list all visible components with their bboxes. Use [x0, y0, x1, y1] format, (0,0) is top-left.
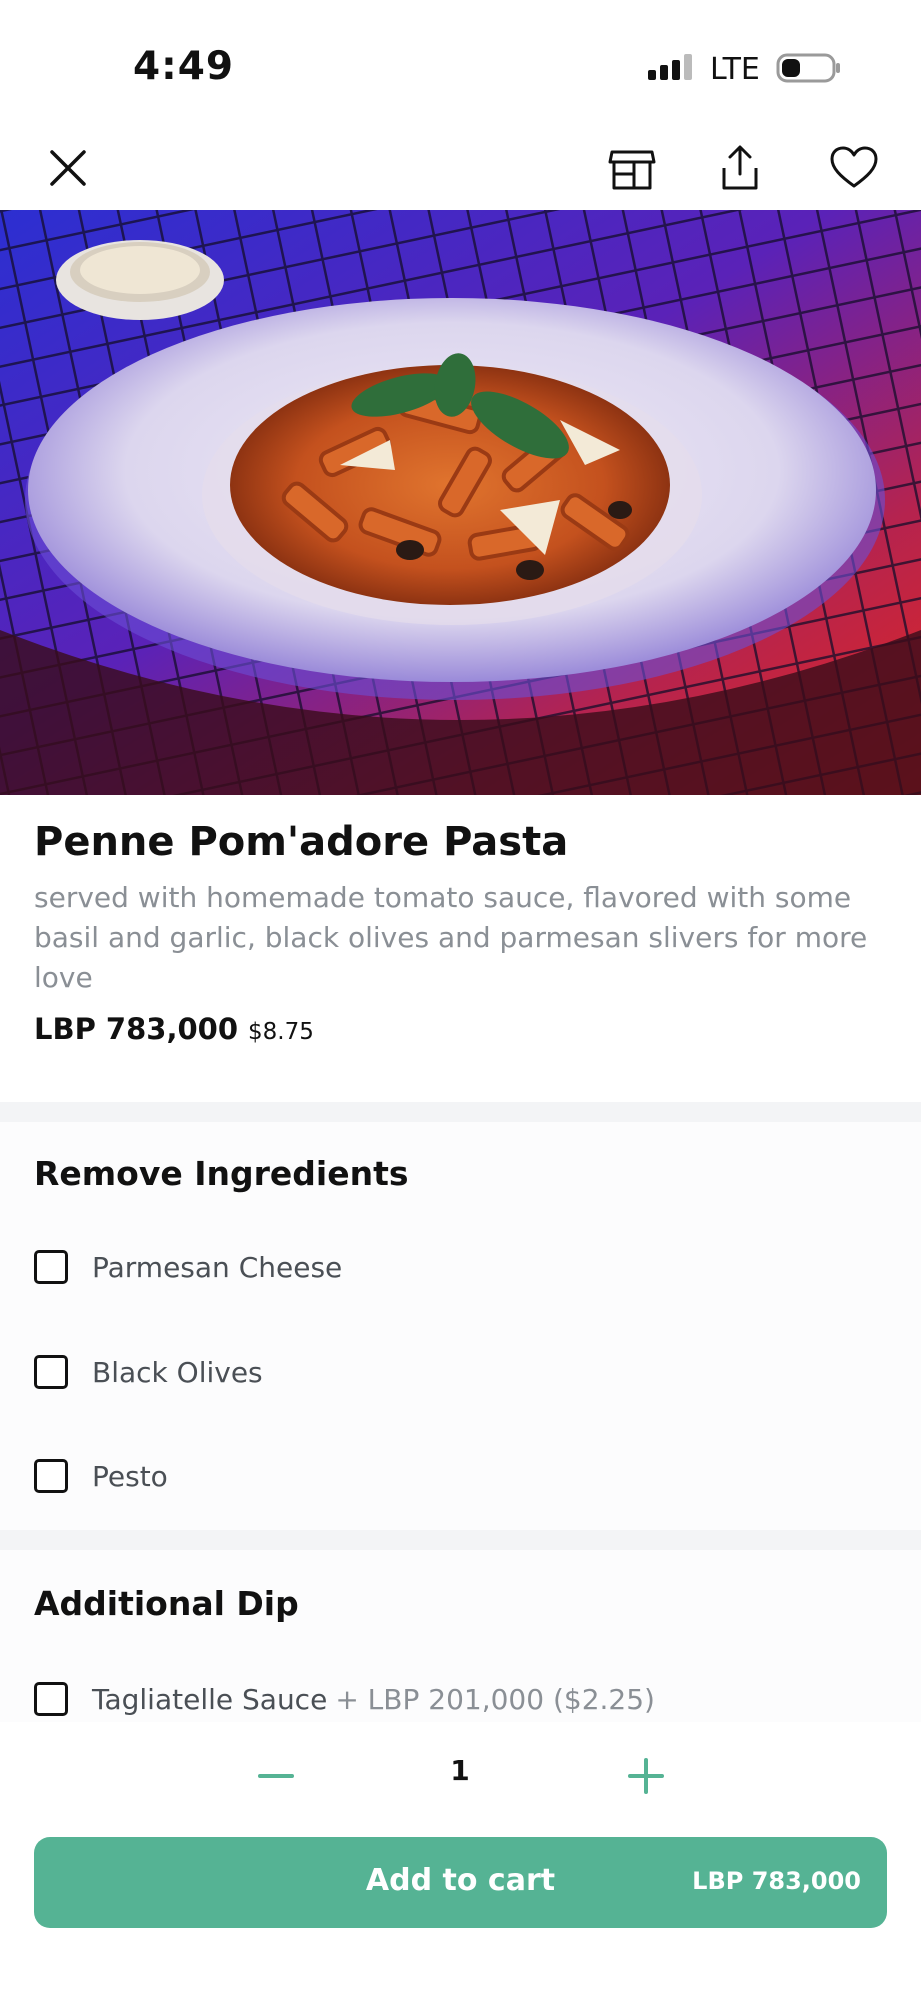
option-black-olives[interactable]: Black Olives — [34, 1355, 263, 1389]
status-bar: 4:49 LTE — [0, 0, 921, 130]
option-parmesan-cheese[interactable]: Parmesan Cheese — [34, 1250, 342, 1284]
section-title-remove-ingredients: Remove Ingredients — [34, 1154, 409, 1193]
battery-icon — [776, 53, 840, 83]
item-info: Penne Pom'adore Pasta served with homema… — [34, 818, 894, 1046]
checkbox[interactable] — [34, 1459, 68, 1493]
heart-icon[interactable] — [828, 142, 880, 194]
item-description: served with homemade tomato sauce, flavo… — [34, 881, 868, 994]
option-extra-price: + LBP 201,000 ($2.25) — [335, 1682, 655, 1716]
status-time: 4:49 — [133, 44, 235, 89]
option-pesto[interactable]: Pesto — [34, 1459, 168, 1493]
cart-footer: 1 Add to cart LBP 783,000 — [0, 1722, 921, 2001]
section-divider — [0, 1102, 921, 1122]
plus-icon[interactable] — [624, 1754, 668, 1798]
signal-icon — [648, 54, 692, 80]
share-icon[interactable] — [714, 142, 766, 194]
section-title-additional-dip: Additional Dip — [34, 1584, 299, 1623]
option-label: Parmesan Cheese — [92, 1250, 343, 1284]
section-divider — [0, 1530, 921, 1550]
quantity-value: 1 — [450, 1754, 470, 1787]
cart-total-price: LBP 783,000 — [692, 1867, 861, 1895]
checkbox[interactable] — [34, 1355, 68, 1389]
checkbox[interactable] — [34, 1682, 68, 1716]
minus-icon[interactable] — [254, 1754, 298, 1798]
item-title: Penne Pom'adore Pasta — [34, 819, 569, 865]
checkbox[interactable] — [34, 1250, 68, 1284]
option-label: Black Olives — [92, 1355, 263, 1389]
item-price-lbp: LBP 783,000 — [34, 1012, 239, 1046]
network-label: LTE — [710, 52, 760, 87]
item-price-usd: $8.75 — [248, 1019, 314, 1045]
remove-ingredients-section: Remove Ingredients Parmesan Cheese Black… — [0, 1122, 921, 1530]
option-label: Pesto — [92, 1459, 168, 1493]
store-icon[interactable] — [606, 142, 658, 194]
additional-dip-section: Additional Dip Tagliatelle Sauce + LBP 2… — [0, 1550, 921, 1722]
item-photo — [0, 210, 921, 795]
close-icon[interactable] — [42, 142, 94, 194]
add-to-cart-button[interactable]: Add to cart LBP 783,000 — [34, 1837, 887, 1928]
top-action-bar — [0, 130, 921, 210]
option-label: Tagliatelle Sauce — [92, 1682, 328, 1716]
item-price-row: LBP 783,000 $8.75 — [34, 1012, 894, 1046]
option-tagliatelle-sauce[interactable]: Tagliatelle Sauce + LBP 201,000 ($2.25) — [34, 1682, 655, 1716]
